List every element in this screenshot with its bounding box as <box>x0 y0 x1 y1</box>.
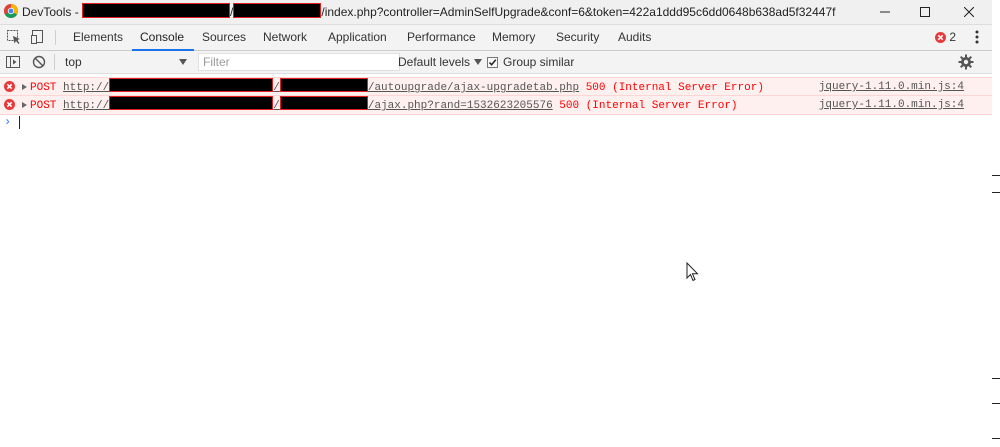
tab-elements[interactable]: Elements <box>73 25 123 50</box>
device-toggle-icon[interactable] <box>30 29 46 45</box>
context-value: top <box>65 55 82 69</box>
tab-performance[interactable]: Performance <box>407 25 476 50</box>
tab-audits[interactable]: Audits <box>618 25 651 50</box>
console-input-caret[interactable] <box>19 116 20 129</box>
maximize-icon <box>920 7 930 17</box>
redacted-domain <box>109 78 274 92</box>
edge-line <box>992 403 1000 404</box>
window-title: DevTools - //index.php?controller=AdminS… <box>22 0 835 24</box>
url-path: /ajax.php?rand=1532623205576 <box>367 100 553 112</box>
url-scheme: http:// <box>63 82 110 94</box>
status-text: 500 (Internal Server Error) <box>585 82 764 94</box>
redacted-path <box>279 78 368 92</box>
devtools-window: DevTools - //index.php?controller=AdminS… <box>0 0 992 447</box>
console-output: POST http:////autoupgrade/ajax-upgradeta… <box>0 74 992 447</box>
group-similar-label: Group similar <box>503 55 575 69</box>
edge-line <box>992 175 1000 176</box>
minimize-icon <box>880 11 890 13</box>
console-error-message[interactable]: POST http:////autoupgrade/ajax-upgradeta… <box>0 77 992 97</box>
title-bar: DevTools - //index.php?controller=AdminS… <box>0 0 992 25</box>
sidebar-toggle-icon[interactable] <box>5 54 21 70</box>
error-count: 2 <box>949 30 956 44</box>
tab-console[interactable]: Console <box>131 25 195 51</box>
settings-gear-icon[interactable] <box>958 54 974 70</box>
tab-security[interactable]: Security <box>556 25 599 50</box>
tab-network[interactable]: Network <box>263 25 307 50</box>
request-method: POST <box>30 100 57 112</box>
group-similar-toggle[interactable]: Group similar <box>487 51 574 73</box>
background-window-edge <box>992 0 1000 447</box>
toolbar-divider <box>55 30 56 45</box>
redacted-path <box>279 96 368 110</box>
console-error-message[interactable]: POST http:////ajax.php?rand=153262320557… <box>0 95 992 115</box>
filter-input[interactable] <box>198 53 400 71</box>
clear-console-icon[interactable] <box>31 54 47 70</box>
error-icon <box>4 99 15 110</box>
tab-application[interactable]: Application <box>328 25 387 50</box>
error-count-badge[interactable]: 2 <box>935 30 956 44</box>
inspect-icon[interactable] <box>6 29 22 45</box>
request-url[interactable]: http:////ajax.php?rand=1532623205576 <box>63 96 553 112</box>
maximize-button[interactable] <box>902 0 948 24</box>
console-prompt-symbol: › <box>4 115 12 129</box>
edge-line <box>992 438 1000 439</box>
request-url[interactable]: http:////autoupgrade/ajax-upgradetab.php <box>63 78 580 94</box>
kebab-menu-icon[interactable] <box>972 29 982 45</box>
title-suffix: /index.php?controller=AdminSelfUpgrade&c… <box>321 5 836 19</box>
error-icon <box>935 31 947 43</box>
chevron-down-icon <box>179 59 187 65</box>
source-link[interactable]: jquery-1.11.0.min.js:4 <box>819 96 964 114</box>
url-scheme: http:// <box>63 100 110 112</box>
close-button[interactable] <box>946 0 992 24</box>
mouse-pointer-icon <box>686 262 699 282</box>
tab-memory[interactable]: Memory <box>492 25 535 50</box>
tab-sources[interactable]: Sources <box>202 25 246 50</box>
edge-line <box>992 192 1000 193</box>
toolbar-divider <box>54 54 55 70</box>
error-icon <box>4 81 15 92</box>
checkmark-icon <box>488 58 497 66</box>
message-text: POST http:////ajax.php?rand=153262320557… <box>30 96 738 115</box>
title-prefix: DevTools - <box>22 5 83 19</box>
console-toolbar: top Default levels Group similar <box>0 51 992 74</box>
devtools-tab-bar: Elements Console Sources Network Applica… <box>0 25 992 51</box>
expand-triangle-icon[interactable] <box>22 84 27 90</box>
redacted-domain <box>109 96 274 110</box>
url-path: /autoupgrade/ajax-upgradetab.php <box>367 82 580 94</box>
chevron-down-icon <box>474 59 483 65</box>
redacted-domain <box>82 3 231 18</box>
edge-line <box>992 378 1000 379</box>
chrome-logo-icon <box>4 4 18 18</box>
group-similar-checkbox[interactable] <box>487 56 498 68</box>
redacted-path <box>233 3 322 18</box>
context-selector[interactable]: top <box>57 53 193 71</box>
close-icon <box>964 7 974 17</box>
log-levels-label: Default levels <box>398 55 471 69</box>
expand-triangle-icon[interactable] <box>22 102 27 108</box>
log-levels-dropdown[interactable]: Default levels <box>398 51 483 73</box>
request-method: POST <box>30 82 57 94</box>
source-link[interactable]: jquery-1.11.0.min.js:4 <box>819 78 964 96</box>
status-text: 500 (Internal Server Error) <box>559 100 738 112</box>
